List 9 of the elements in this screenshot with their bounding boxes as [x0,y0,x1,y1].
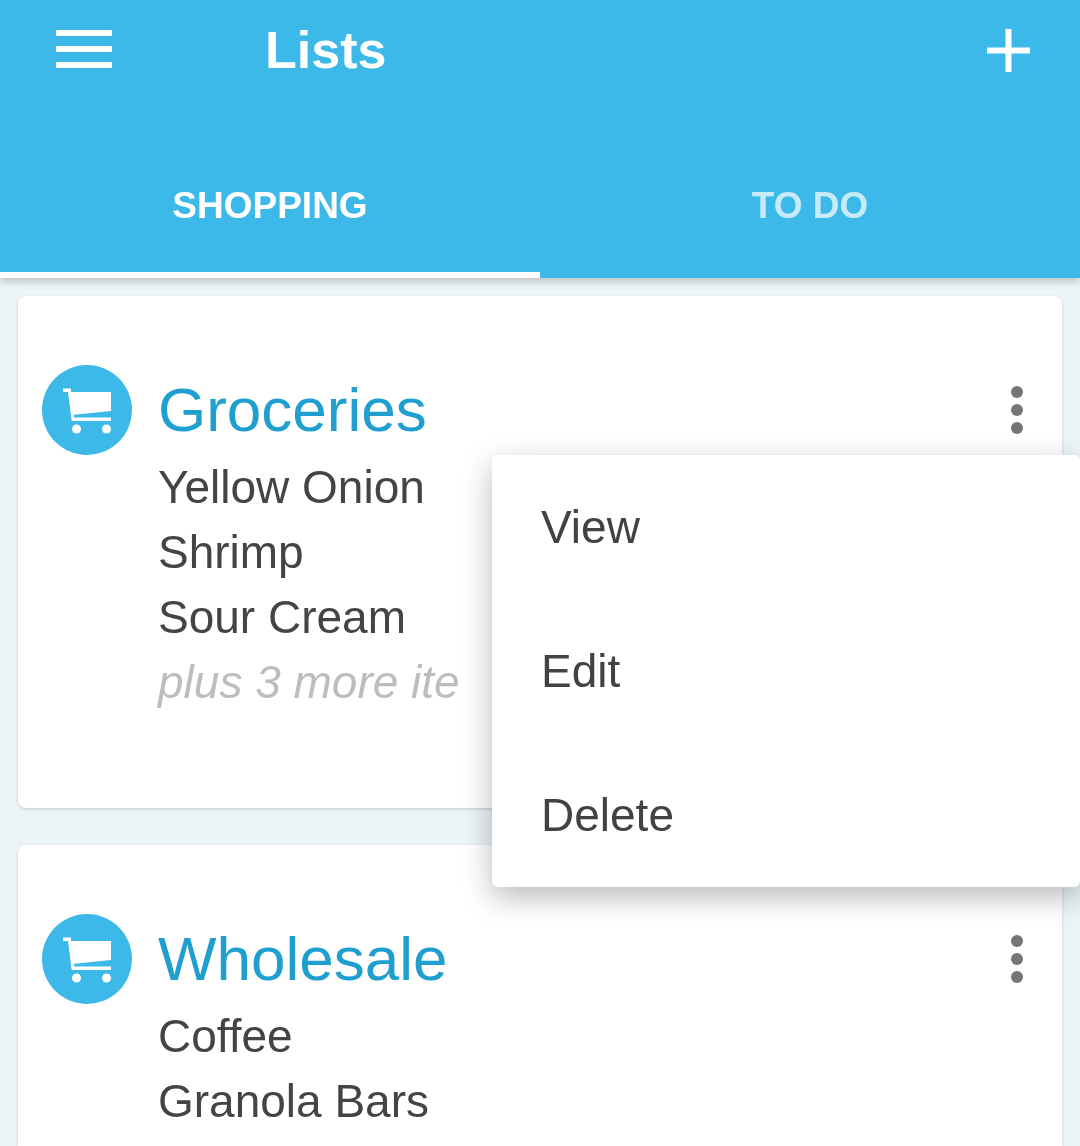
list-item: Sour Cream [158,590,406,645]
app-title: Lists [265,24,387,76]
more-items-text: plus 3 more ite [158,655,460,710]
list-item: Coffee [158,1009,293,1064]
list-item: Yellow Onion [158,460,425,515]
list-title: Groceries [158,379,427,441]
list-item: Granola Bars [158,1074,429,1129]
list-title: Wholesale [158,928,448,990]
list-item: Shrimp [158,525,304,580]
